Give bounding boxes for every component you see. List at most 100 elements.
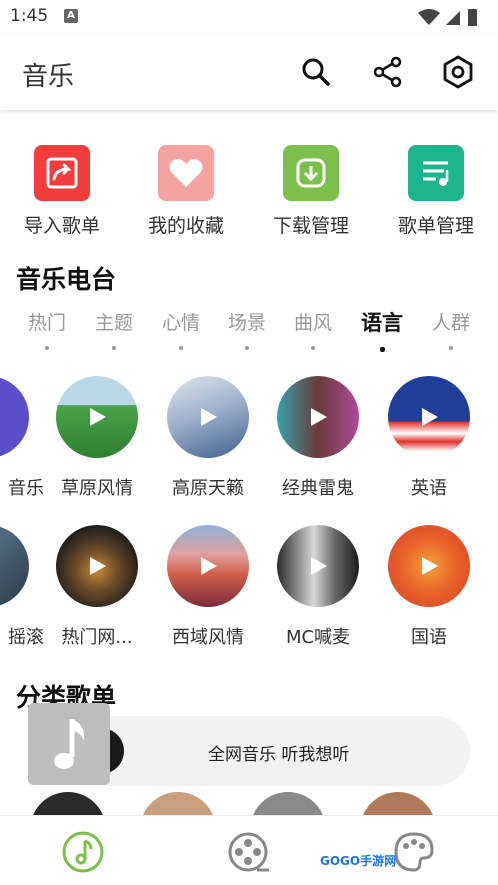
station-card[interactable]: 英语: [373, 376, 485, 500]
station-label: 摇滚: [8, 627, 44, 648]
shortcut-playlist-manage[interactable]: 歌单管理: [376, 140, 496, 238]
music-note-icon[interactable]: [61, 830, 105, 874]
tab-label: 场景: [227, 312, 266, 334]
station-cover: [0, 376, 29, 458]
station-cover: [388, 376, 470, 458]
tab-theme[interactable]: 主题: [84, 308, 144, 350]
play-icon: [90, 408, 106, 426]
search-icon[interactable]: [298, 54, 334, 90]
tab-dot: [179, 346, 183, 350]
station-card[interactable]: MC喊麦: [262, 525, 374, 649]
station-cover: [0, 525, 29, 607]
station-label: 经典雷鬼: [282, 478, 354, 499]
station-card[interactable]: 国语: [373, 525, 485, 649]
film-reel-icon[interactable]: [227, 830, 271, 874]
wifi-icon: [418, 9, 440, 25]
tab-dot: [112, 346, 116, 350]
station-label: MC喊麦: [285, 627, 351, 648]
tab-dot: [379, 347, 385, 352]
download-icon: [283, 145, 339, 201]
station-label: 国语: [411, 627, 447, 648]
station-cover: [56, 376, 138, 458]
station-card[interactable]: 草原风情: [41, 376, 153, 500]
station-cover: [277, 525, 359, 607]
station-card[interactable]: 西域风情: [152, 525, 264, 649]
tab-label: 曲风: [293, 312, 332, 334]
page-title: 音乐: [22, 62, 75, 92]
station-cover: [277, 376, 359, 458]
play-icon: [90, 557, 106, 575]
station-cover: [167, 525, 249, 607]
category-peek-row: [0, 792, 498, 816]
tab-language[interactable]: 语言: [352, 307, 412, 352]
station-card[interactable]: 热门网...: [41, 525, 153, 649]
station-card[interactable]: 音乐: [0, 376, 44, 500]
shortcut-favorites[interactable]: 我的收藏: [126, 140, 246, 238]
shortcut-label: 歌单管理: [397, 215, 474, 237]
shortcut-import-playlist[interactable]: 导入歌单: [2, 140, 122, 238]
tab-genre[interactable]: 曲风: [283, 308, 343, 350]
signal-icon: [446, 11, 460, 25]
music-note-placeholder-icon: [54, 719, 85, 769]
status-bar: 1:45 A: [0, 0, 498, 34]
tab-label: 人群: [431, 312, 470, 334]
settings-hex-icon[interactable]: [440, 54, 476, 90]
heart-icon: [158, 145, 214, 201]
tab-dot: [449, 346, 453, 350]
watermark-logo: GOGO手游网: [320, 854, 397, 868]
station-cover: [388, 525, 470, 607]
tab-scene[interactable]: 场景: [217, 308, 277, 350]
tab-mood[interactable]: 心情: [151, 308, 211, 350]
shortcut-label: 下载管理: [272, 215, 349, 237]
playlist-cover[interactable]: [30, 792, 106, 816]
playlist-cover[interactable]: [250, 792, 326, 816]
play-icon: [311, 557, 327, 575]
play-icon: [422, 557, 438, 575]
shortcut-label: 导入歌单: [23, 215, 100, 237]
palette-icon[interactable]: [392, 830, 436, 874]
tab-label: 主题: [94, 312, 133, 334]
station-label: 草原风情: [61, 478, 133, 499]
station-label: 英语: [411, 478, 447, 499]
play-icon: [422, 408, 438, 426]
notification-icon: A: [64, 9, 78, 23]
app-bar: 音乐: [0, 34, 498, 110]
tab-dot: [45, 346, 49, 350]
shortcut-label: 我的收藏: [147, 215, 224, 237]
mini-player[interactable]: 全网音乐 听我想听: [50, 716, 470, 786]
playlist-cover[interactable]: [140, 792, 216, 816]
play-icon: [311, 408, 327, 426]
shortcut-downloads[interactable]: 下载管理: [251, 140, 371, 238]
station-label: 热门网...: [61, 627, 133, 648]
station-card[interactable]: 摇滚: [0, 525, 44, 649]
mini-player-cover[interactable]: [28, 703, 110, 785]
playlist-manage-icon: [408, 145, 464, 201]
playlist-cover[interactable]: [360, 792, 436, 816]
station-cover: [167, 376, 249, 458]
mini-player-text: 全网音乐 听我想听: [208, 745, 350, 765]
shortcut-row: 导入歌单 我的收藏 下载管理 歌单管理: [0, 140, 498, 240]
import-playlist-icon: [34, 145, 90, 201]
station-label: 西域风情: [172, 627, 244, 648]
tab-hot[interactable]: 热门: [17, 308, 77, 350]
tab-dot: [245, 346, 249, 350]
station-cover: [56, 525, 138, 607]
tab-label: 热门: [27, 312, 66, 334]
tab-dot: [311, 346, 315, 350]
tab-audience[interactable]: 人群: [421, 308, 481, 350]
battery-icon: [468, 9, 477, 26]
station-row: 摇滚 热门网... 西域风情 MC喊麦 国语: [0, 525, 498, 665]
play-icon: [201, 408, 217, 426]
station-row: 音乐 草原风情 高原天籁 经典雷鬼 英语: [0, 376, 498, 516]
section-title-radio: 音乐电台: [16, 265, 117, 294]
tab-label: 心情: [161, 312, 200, 334]
station-card[interactable]: 经典雷鬼: [262, 376, 374, 500]
status-icons: [416, 6, 486, 28]
station-label: 音乐: [8, 478, 44, 499]
radio-tabs: 热门 主题 心情 场景 曲风 语言 人群: [0, 308, 498, 358]
station-card[interactable]: 高原天籁: [152, 376, 264, 500]
station-label: 高原天籁: [172, 478, 244, 499]
share-icon[interactable]: [370, 54, 406, 90]
bottom-nav: [0, 815, 498, 885]
play-icon: [201, 557, 217, 575]
